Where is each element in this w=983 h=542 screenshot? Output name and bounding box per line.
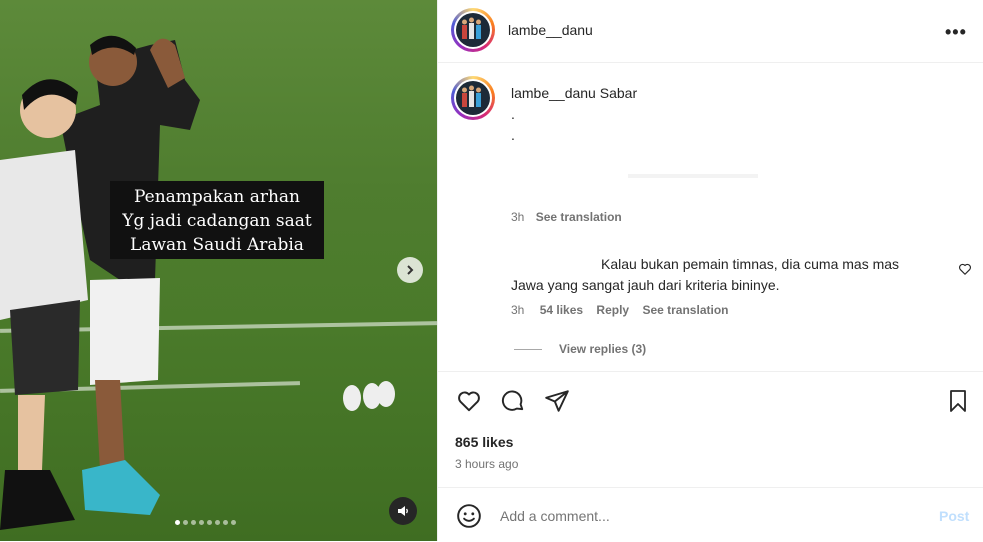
- carousel-dot: [199, 520, 204, 525]
- comment-likes[interactable]: 54 likes: [540, 303, 583, 317]
- faded-text: [628, 174, 758, 178]
- comment-bubble-icon[interactable]: [500, 388, 526, 414]
- caption-text: Sabar: [599, 85, 638, 101]
- caption-time: 3h: [511, 210, 525, 224]
- players-image: [0, 35, 395, 530]
- caption-overlay: Penampakan arhan Yg jadi cadangan saat L…: [110, 181, 324, 259]
- like-heart-icon[interactable]: [456, 388, 482, 414]
- comment-time: 3h: [511, 303, 525, 317]
- overlay-line: Lawan Saudi Arabia: [130, 235, 304, 255]
- carousel-dot: [215, 520, 220, 525]
- post-media[interactable]: Penampakan arhan Yg jadi cadangan saat L…: [0, 0, 437, 541]
- carousel-dot: [175, 520, 180, 525]
- caption-translate-link[interactable]: See translation: [536, 210, 622, 224]
- caption-username[interactable]: lambe__danu: [511, 85, 596, 101]
- likes-count[interactable]: 865 likes: [455, 434, 513, 450]
- replies-divider: [514, 349, 542, 350]
- comment-text-line: Kalau bukan pemain timnas, dia cuma mas …: [601, 256, 900, 272]
- comment-meta: 3h 54 likes Reply See translation: [511, 303, 728, 317]
- carousel-dot: [191, 520, 196, 525]
- comment-text-line: Jawa yang sangat jauh dari kriteria bini…: [511, 277, 780, 293]
- caption-meta: 3h See translation: [511, 210, 622, 224]
- overlay-line: Yg jadi cadangan saat: [122, 211, 312, 231]
- post-time[interactable]: 3 hours ago: [455, 457, 518, 471]
- post-button[interactable]: Post: [939, 508, 969, 524]
- caption-avatar[interactable]: [451, 76, 495, 120]
- add-comment-bar: Post: [438, 487, 983, 542]
- post-header: lambe__danu •••: [438, 0, 983, 63]
- header-username[interactable]: lambe__danu: [508, 22, 593, 38]
- carousel-dot: [223, 520, 228, 525]
- overlay-line: Penampakan arhan: [133, 187, 301, 207]
- share-send-icon[interactable]: [544, 388, 570, 414]
- next-slide-button[interactable]: [397, 257, 423, 283]
- carousel-indicator: [175, 520, 236, 525]
- caption-dot: .: [511, 127, 515, 143]
- actions-divider: [438, 371, 983, 372]
- speaker-icon: [398, 506, 408, 516]
- emoji-icon[interactable]: [456, 503, 482, 529]
- caption: lambe__danu Sabar: [511, 85, 637, 101]
- caption-dot: .: [511, 106, 515, 122]
- carousel-dot: [231, 520, 236, 525]
- post-sidebar: lambe__danu ••• lambe__danu Sabar . . 3h…: [437, 0, 983, 541]
- carousel-dot: [207, 520, 212, 525]
- bookmark-icon[interactable]: [946, 388, 970, 414]
- chevron-right-icon: [407, 265, 414, 275]
- avatar[interactable]: [451, 8, 495, 52]
- comment-translate-link[interactable]: See translation: [642, 303, 728, 317]
- comment-input[interactable]: [500, 508, 880, 524]
- heart-icon[interactable]: [958, 262, 972, 276]
- more-horizontal-icon[interactable]: •••: [945, 22, 967, 43]
- reply-link[interactable]: Reply: [596, 303, 629, 317]
- mute-toggle-button[interactable]: [389, 497, 417, 525]
- view-replies-link[interactable]: View replies (3): [559, 342, 646, 356]
- carousel-dot: [183, 520, 188, 525]
